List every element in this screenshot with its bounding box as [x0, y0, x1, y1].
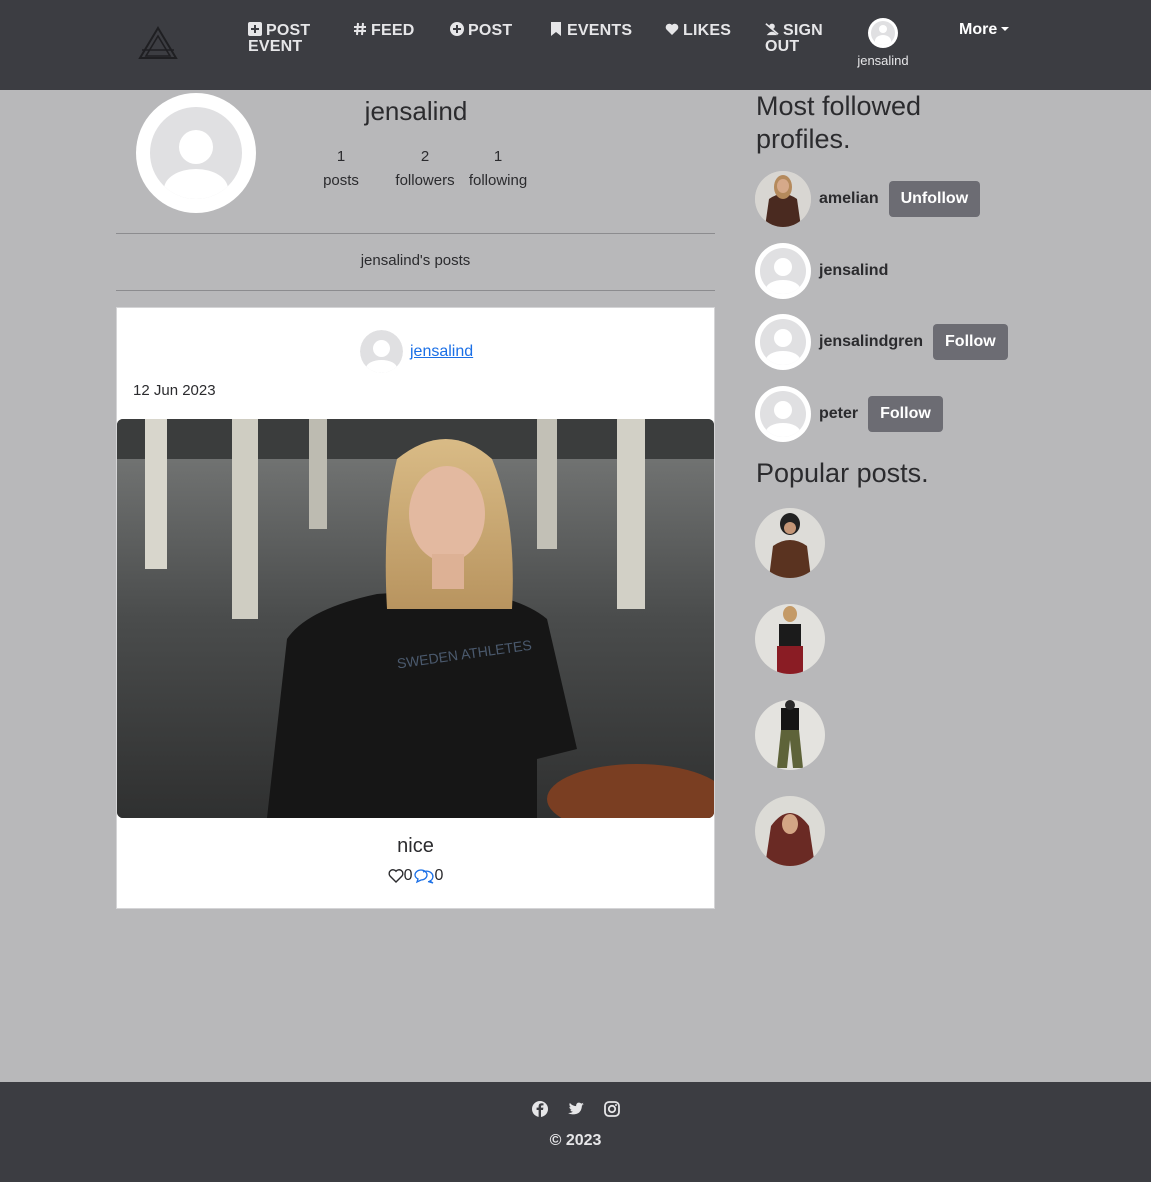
- divider: [116, 233, 715, 234]
- footer: © 2023: [0, 1082, 1151, 1182]
- nav-feed-label: FEED: [371, 22, 415, 39]
- nav-sign-out[interactable]: SIGN OUT: [765, 22, 845, 55]
- more-dropdown[interactable]: More: [959, 21, 1010, 39]
- stat-followers: 2 followers: [389, 148, 461, 190]
- post-image[interactable]: SWEDEN ATHLETES: [117, 419, 714, 818]
- nav-profile-name: jensalind: [857, 53, 909, 68]
- author-link[interactable]: jensalind: [410, 343, 473, 361]
- followers-count: 2: [420, 148, 430, 165]
- top-navbar: POST EVENT FEED POST EVENTS LIKES SIGN O…: [0, 0, 1151, 90]
- profile-name-amelian[interactable]: amelian: [819, 190, 879, 208]
- profile-avatar-jensalind[interactable]: [755, 243, 811, 299]
- profile-name-peter[interactable]: peter: [819, 405, 858, 423]
- divider: [116, 290, 715, 291]
- popular-post-photo: [755, 604, 825, 674]
- post-caption: nice: [397, 835, 434, 857]
- most-followed-line2: profiles.: [756, 124, 851, 154]
- posts-count: 1: [336, 148, 346, 165]
- facebook-icon[interactable]: [531, 1100, 549, 1118]
- plus-circle-icon: [450, 22, 464, 36]
- profile-avatar-peter[interactable]: [755, 386, 811, 442]
- popular-post-photo: [755, 796, 825, 866]
- following-count: 1: [493, 148, 503, 165]
- following-label: following: [468, 172, 528, 189]
- stat-following: 1 following: [462, 148, 534, 190]
- plus-square-icon: [248, 22, 262, 36]
- instagram-icon[interactable]: [603, 1100, 621, 1118]
- followers-label: followers: [395, 172, 455, 189]
- nav-feed[interactable]: FEED: [353, 22, 414, 39]
- post-actions: 00: [117, 867, 714, 885]
- follow-button[interactable]: Follow: [933, 324, 1008, 360]
- popular-post-thumbnail[interactable]: [755, 508, 825, 578]
- nav-likes-label: LIKES: [683, 22, 732, 39]
- unfollow-button[interactable]: Unfollow: [888, 181, 981, 217]
- followed-profile-row: amelian Unfollow: [755, 171, 981, 227]
- most-followed-line1: Most followed: [756, 91, 922, 121]
- profile-avatar-jensalindgren[interactable]: [755, 314, 811, 370]
- popular-post-photo: [755, 700, 825, 770]
- stat-posts: 1 posts: [316, 148, 366, 190]
- posts-heading: jensalind's posts: [360, 252, 471, 269]
- followed-profile-row: jensalind: [755, 243, 888, 299]
- caret-down-icon: [1001, 27, 1010, 31]
- author-avatar[interactable]: [360, 330, 403, 373]
- nav-profile[interactable]: jensalind: [853, 18, 913, 68]
- nav-events[interactable]: EVENTS: [549, 22, 632, 39]
- post-author: jensalind: [360, 330, 473, 373]
- post-card: jensalind 12 Jun 2023 SWEDEN ATHLETES ni…: [116, 307, 715, 909]
- heart-icon: [665, 23, 679, 35]
- popular-post-photo: [755, 508, 825, 578]
- heart-outline-icon[interactable]: [388, 868, 404, 884]
- user-slash-icon: [765, 23, 779, 36]
- nav-likes[interactable]: LIKES: [665, 22, 731, 39]
- popular-post-thumbnail[interactable]: [755, 604, 825, 674]
- popular-posts-heading: Popular posts.: [756, 458, 929, 488]
- most-followed-heading: Most followed profiles.: [756, 90, 1016, 156]
- bookmark-icon: [551, 22, 561, 36]
- followed-profile-row: peter Follow: [755, 386, 943, 442]
- copyright: © 2023: [549, 1132, 602, 1149]
- followed-profile-row: jensalindgren Follow: [755, 314, 1008, 370]
- more-label: More: [959, 21, 998, 38]
- hash-icon: [354, 22, 366, 36]
- nav-post-label: POST: [468, 22, 513, 39]
- likes-count: 0: [403, 867, 413, 884]
- amelian-photo: [755, 171, 811, 227]
- nav-post[interactable]: POST: [450, 22, 512, 39]
- profile-avatar: [136, 93, 256, 213]
- twitter-icon[interactable]: [567, 1100, 585, 1118]
- triangle-logo[interactable]: [138, 26, 178, 60]
- comments-count: 0: [434, 867, 444, 884]
- nav-post-event[interactable]: POST EVENT: [248, 22, 328, 55]
- follow-button[interactable]: Follow: [868, 396, 943, 432]
- profile-username: jensalind: [364, 96, 468, 126]
- profile-avatar-amelian[interactable]: [755, 171, 811, 227]
- comments-icon[interactable]: [413, 868, 435, 884]
- nav-events-label: EVENTS: [567, 22, 633, 39]
- profile-name-jensalind[interactable]: jensalind: [819, 262, 888, 280]
- nav-avatar: [868, 18, 898, 48]
- post-photo: SWEDEN ATHLETES: [117, 419, 714, 818]
- popular-post-thumbnail[interactable]: [755, 796, 825, 866]
- profile-name-jensalindgren[interactable]: jensalindgren: [819, 333, 923, 351]
- posts-label: posts: [323, 172, 359, 189]
- popular-post-thumbnail[interactable]: [755, 700, 825, 770]
- post-date: 12 Jun 2023: [133, 382, 216, 399]
